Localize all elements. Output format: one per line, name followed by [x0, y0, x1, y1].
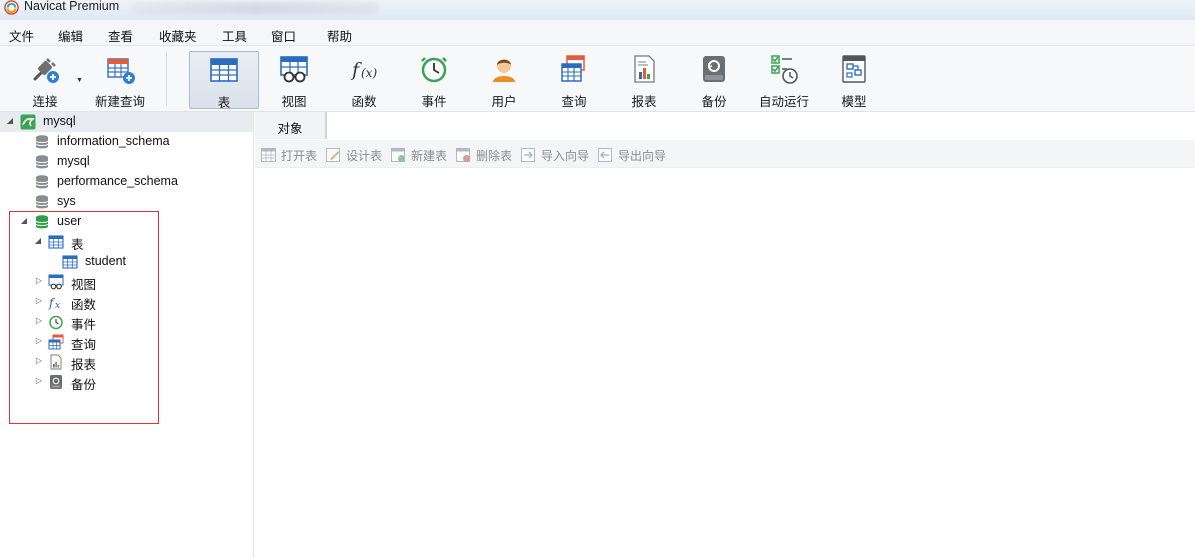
connect-dropdown-icon[interactable]: ▼ — [76, 77, 83, 84]
tree-db-performance-schema[interactable]: performance_schema — [0, 172, 253, 192]
table-button[interactable]: 表 — [189, 51, 259, 110]
connection-label: mysql — [43, 114, 76, 128]
automation-label: 自动运行 — [758, 95, 809, 109]
open-table-icon — [261, 148, 276, 162]
user-button[interactable]: 用户 — [478, 51, 530, 109]
export-icon — [598, 148, 612, 162]
table-label: 表 — [217, 96, 231, 110]
design-table-icon — [326, 148, 340, 162]
new-table-label: 新建表 — [411, 149, 448, 163]
tab-objects[interactable]: 对象 — [255, 112, 326, 139]
view-icon — [280, 56, 308, 83]
red-highlight-box — [9, 211, 159, 424]
database-label: performance_schema — [57, 174, 178, 188]
view-button[interactable]: 视图 — [268, 51, 320, 109]
menu-bar: 文件 编辑 查看 收藏夹 工具 窗口 帮助 — [0, 20, 1195, 46]
object-toolbar: 打开表 设计表 新建表 删除表 导入向导 导出向导 — [255, 140, 1195, 168]
import-icon — [521, 148, 535, 162]
report-label: 报表 — [631, 95, 657, 109]
report-icon — [634, 55, 655, 83]
menu-view[interactable]: 查看 — [108, 26, 133, 45]
clock-icon — [421, 57, 447, 83]
menu-edit[interactable]: 编辑 — [58, 26, 83, 45]
model-label: 模型 — [841, 95, 867, 109]
delete-table-label: 删除表 — [476, 149, 513, 163]
menu-file[interactable]: 文件 — [9, 26, 34, 45]
window-title: Navicat Premium — [24, 0, 120, 13]
database-label: sys — [57, 194, 76, 208]
blurred-title-text — [130, 2, 380, 14]
database-icon — [35, 175, 49, 189]
automation-button[interactable]: 自动运行 — [756, 51, 812, 109]
backup-label: 备份 — [701, 95, 727, 109]
design-table-label: 设计表 — [346, 149, 383, 163]
delete-table-icon — [456, 148, 470, 162]
mysql-connection-icon — [20, 114, 36, 130]
event-button[interactable]: 事件 — [408, 51, 460, 109]
open-table-label: 打开表 — [281, 149, 318, 163]
navicat-logo-icon — [4, 0, 19, 15]
connection-tree-panel: ◢ mysql information_schema mysql perform… — [0, 112, 254, 558]
tree-connection-mysql[interactable]: ◢ mysql — [0, 112, 253, 132]
object-panel: 对象 打开表 设计表 新建表 删除表 导入向导 导出向导 — [255, 112, 1195, 558]
new-query-button[interactable]: 新建查询 — [92, 51, 148, 109]
title-bar: Navicat Premium — [0, 0, 1195, 20]
menu-help[interactable]: 帮助 — [327, 26, 352, 45]
function-icon: f (x) — [350, 59, 377, 81]
view-label: 视图 — [281, 95, 307, 109]
function-label: 函数 — [351, 95, 377, 109]
backup-icon — [703, 56, 725, 82]
menu-tools[interactable]: 工具 — [222, 26, 247, 45]
model-icon — [842, 55, 866, 83]
new-query-label: 新建查询 — [94, 95, 145, 109]
backup-button[interactable]: 备份 — [688, 51, 740, 109]
user-icon — [493, 59, 515, 82]
new-table-icon — [391, 148, 405, 162]
database-icon — [35, 135, 49, 149]
tab-bar: 对象 — [255, 112, 1195, 139]
model-button[interactable]: 模型 — [828, 51, 880, 109]
svg-text:(x): (x) — [361, 66, 377, 80]
menu-window[interactable]: 窗口 — [271, 26, 296, 45]
database-label: mysql — [57, 154, 90, 168]
user-label: 用户 — [491, 95, 517, 109]
toolbar-separator — [166, 52, 167, 106]
database-icon — [35, 155, 49, 169]
tree-db-information-schema[interactable]: information_schema — [0, 132, 253, 152]
query-icon — [561, 55, 585, 82]
query-label: 查询 — [561, 95, 587, 109]
query-button[interactable]: 查询 — [548, 51, 600, 109]
connect-button[interactable]: 连接 — [18, 51, 72, 109]
new-query-icon — [107, 58, 135, 84]
tree-db-sys[interactable]: sys — [0, 192, 253, 212]
tree-db-mysql[interactable]: mysql — [0, 152, 253, 172]
tab-strip-empty — [326, 112, 1195, 139]
database-icon — [35, 195, 49, 209]
function-button[interactable]: f (x) 函数 — [338, 51, 390, 109]
plug-icon — [33, 58, 59, 83]
event-label: 事件 — [421, 95, 447, 109]
table-icon — [210, 58, 238, 82]
database-label: information_schema — [57, 134, 170, 148]
main-toolbar: 连接 ▼ 新建查询 表 视图 f (x) 函数 事件 用户 查询 报表 备份 自… — [0, 46, 1195, 112]
automation-icon — [771, 55, 798, 84]
report-button[interactable]: 报表 — [618, 51, 670, 109]
collapse-arrow-icon[interactable]: ◢ — [5, 116, 15, 125]
import-wizard-label: 导入向导 — [541, 149, 590, 163]
menu-favorites[interactable]: 收藏夹 — [159, 26, 197, 45]
export-wizard-label: 导出向导 — [618, 149, 667, 163]
connect-label: 连接 — [32, 95, 58, 109]
